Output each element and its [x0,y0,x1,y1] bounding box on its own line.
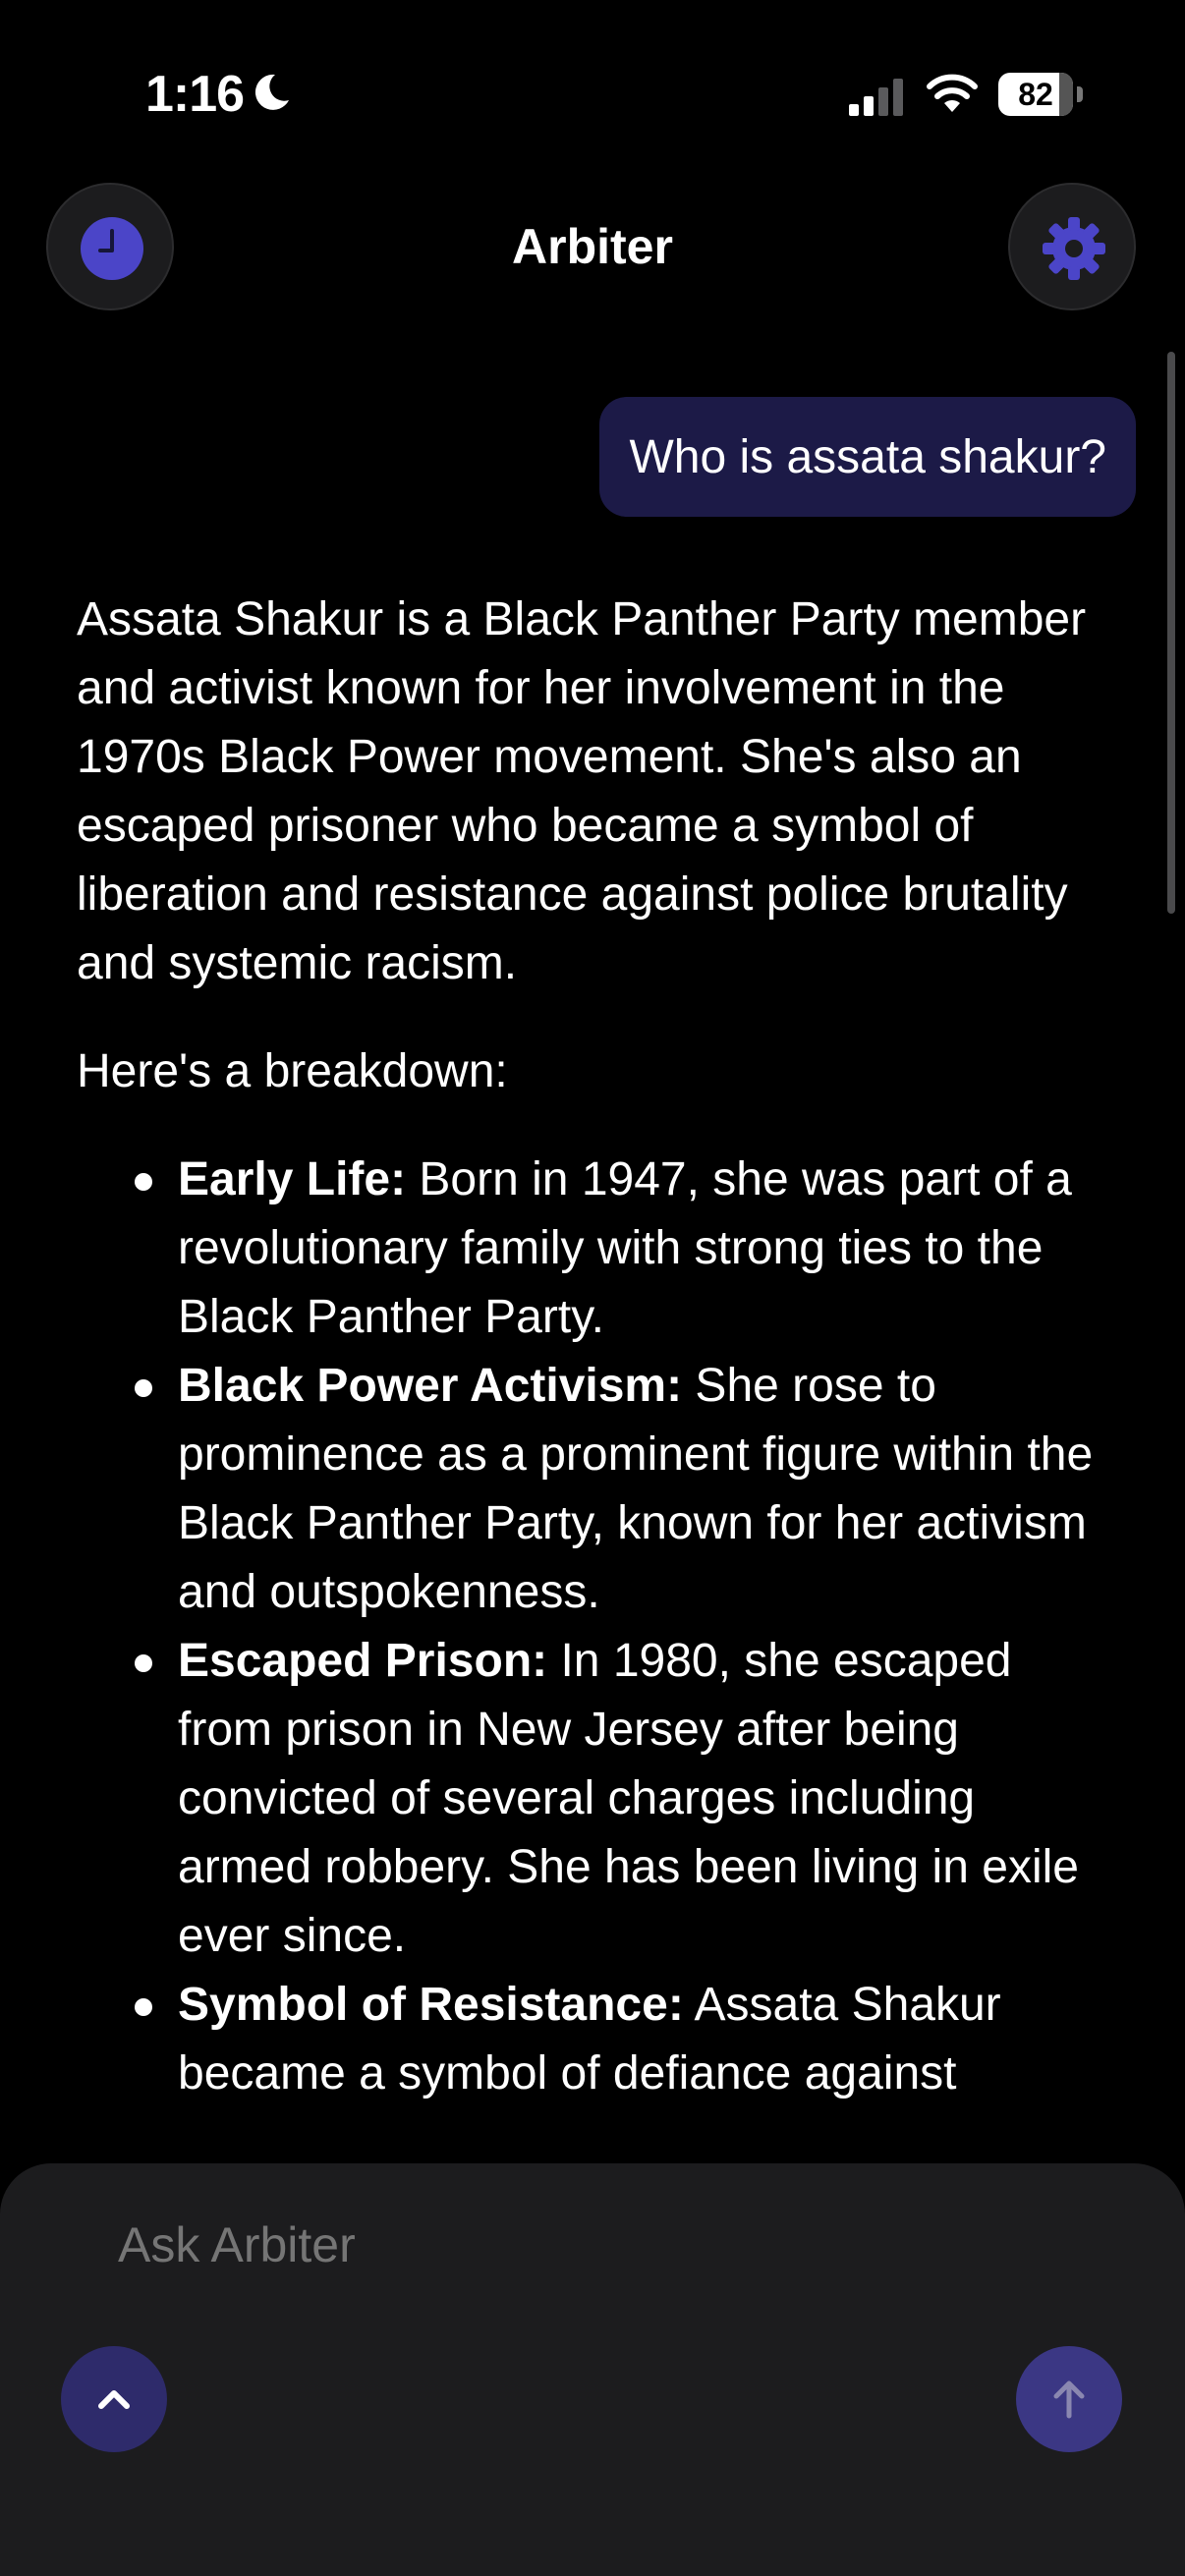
list-item: Black Power Activism: She rose to promin… [77,1352,1099,1627]
list-item: Early Life: Born in 1947, she was part o… [77,1146,1099,1352]
assistant-response: Assata Shakur is a Black Panther Party m… [77,586,1099,2108]
moon-icon [254,74,289,110]
ask-input[interactable] [118,2216,1002,2273]
response-bullet-list: Early Life: Born in 1947, she was part o… [77,1146,1099,2108]
response-breakdown-heading: Here's a breakdown: [77,1045,508,1097]
chevron-up-icon [98,2390,130,2409]
user-message-bubble: Who is assata shakur? [599,397,1136,517]
battery-percentage: 82 [1018,77,1053,112]
list-item-label: Early Life: [178,1153,407,1205]
list-item: Symbol of Resistance: Assata Shakur beca… [77,1971,1099,2108]
response-intro: Assata Shakur is a Black Panther Party m… [77,593,1087,989]
status-time: 1:16 [145,66,245,123]
scrollbar[interactable] [1167,352,1175,914]
list-item: Escaped Prison: In 1980, she escaped fro… [77,1627,1099,1971]
composer-panel [0,2163,1185,2576]
user-message-text: Who is assata shakur? [629,430,1106,483]
list-item-label: Symbol of Resistance: [178,1979,684,2031]
arrow-up-icon [1053,2380,1085,2419]
list-item-label: Black Power Activism: [178,1360,683,1412]
wifi-icon [927,74,978,112]
gear-icon [1043,217,1105,280]
list-item-label: Escaped Prison: [178,1635,548,1687]
send-button[interactable] [1016,2346,1122,2452]
status-bar: 1:16 82 [0,0,1185,196]
settings-button[interactable] [1008,183,1136,310]
expand-button[interactable] [61,2346,167,2452]
battery-indicator: 82 [998,73,1083,118]
cellular-signal-icon [849,79,903,116]
